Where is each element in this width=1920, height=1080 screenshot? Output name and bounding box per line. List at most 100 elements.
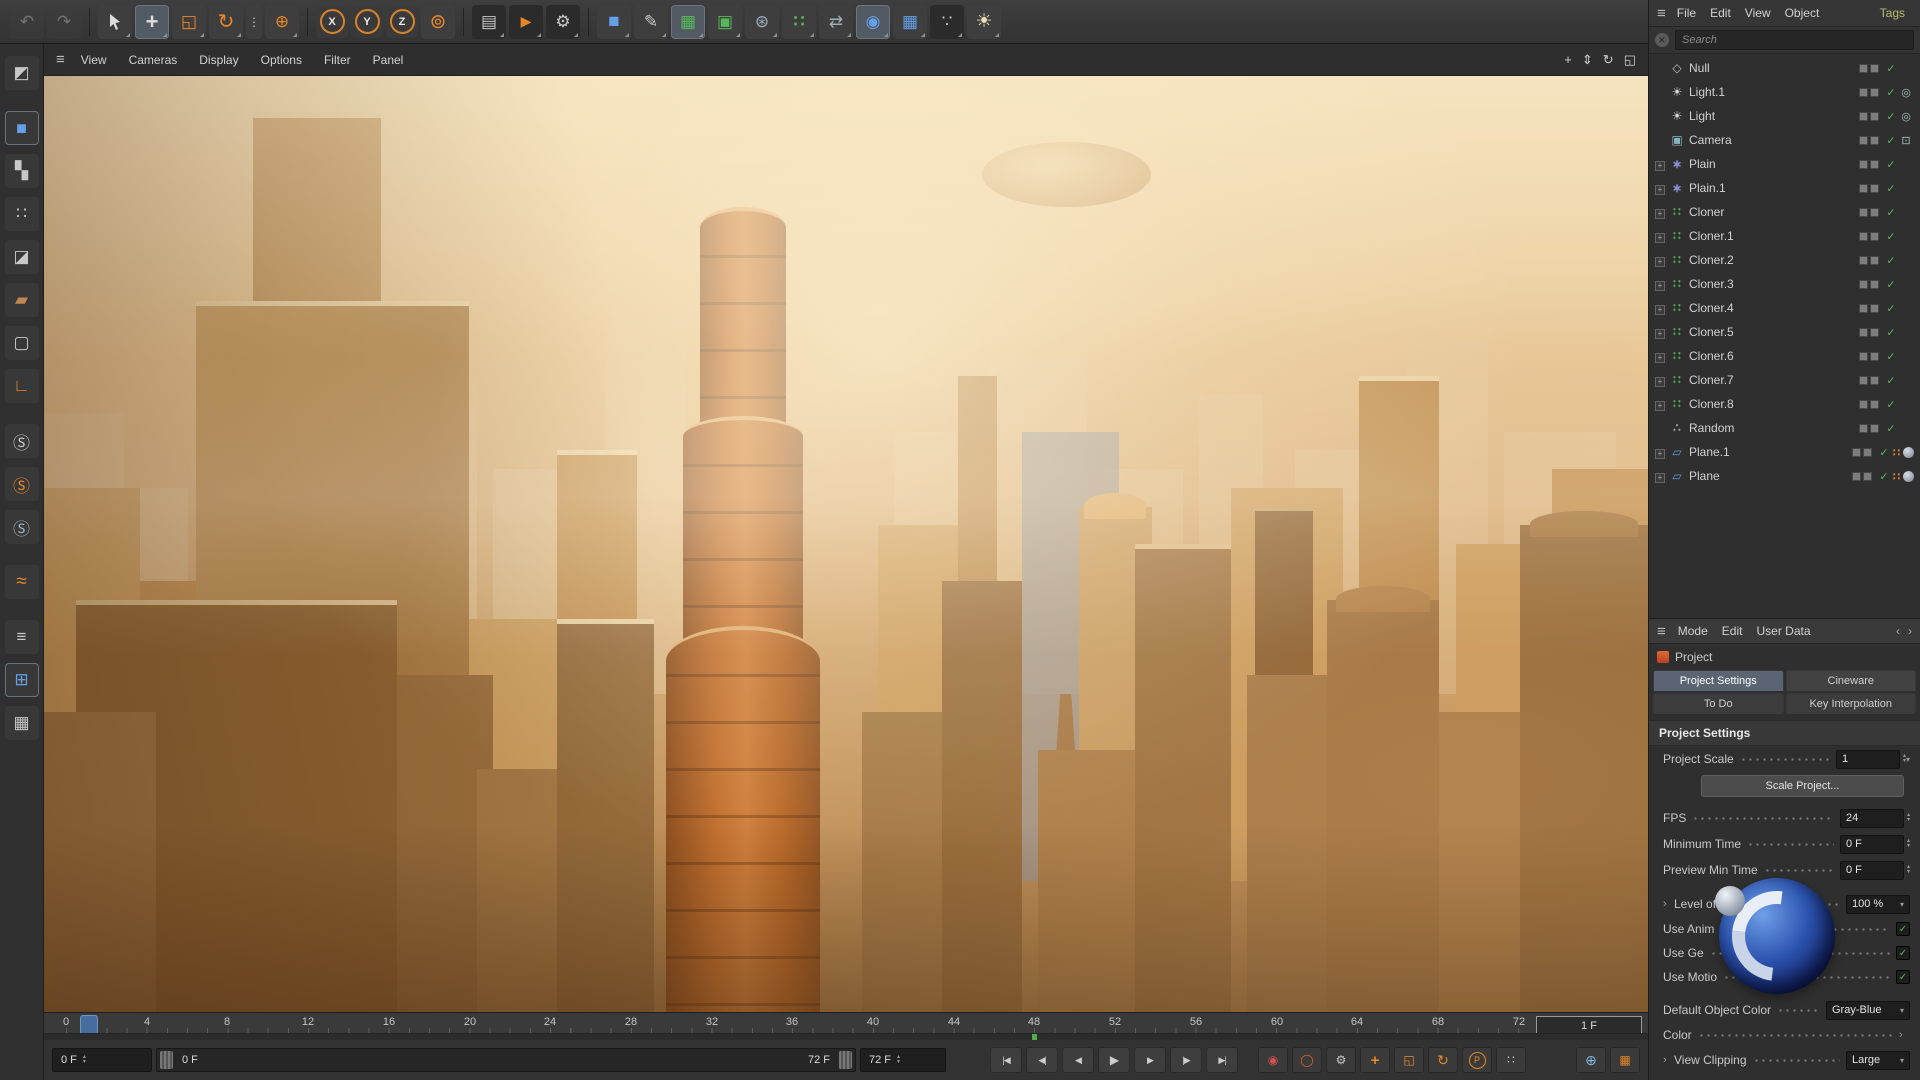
position-record-toggle[interactable]: +: [1360, 1047, 1390, 1073]
dropdown-icon[interactable]: [1900, 900, 1904, 909]
object-row-cloner[interactable]: ∷Cloner ✓: [1649, 200, 1920, 224]
object-row-cloner5[interactable]: ∷Cloner.5 ✓: [1649, 320, 1920, 344]
enabled-check-icon[interactable]: ✓: [1884, 62, 1898, 75]
material-tag-icon[interactable]: [1903, 471, 1914, 482]
prev-frame-button[interactable]: ◀: [1062, 1047, 1094, 1073]
light-object-button[interactable]: ☀: [967, 5, 1001, 39]
menu-cameras[interactable]: Cameras: [119, 49, 188, 71]
move-tool-button[interactable]: +: [135, 5, 169, 39]
clear-search-icon[interactable]: [1655, 33, 1669, 47]
enabled-check-icon[interactable]: ✓: [1884, 254, 1898, 267]
viewport-menu-icon[interactable]: [56, 51, 65, 68]
redo-button[interactable]: ↷: [47, 5, 81, 39]
recent-tools-button[interactable]: ⋮: [246, 5, 262, 39]
use-motion-checkbox[interactable]: [1896, 970, 1910, 984]
fps-field[interactable]: 24: [1840, 809, 1904, 828]
object-row-plane[interactable]: ▱Plane ✓ ∷: [1649, 464, 1920, 488]
visibility-dots[interactable]: [1859, 304, 1879, 313]
enabled-check-icon[interactable]: ✓: [1877, 446, 1891, 459]
visibility-dots[interactable]: [1859, 424, 1879, 433]
visibility-dots[interactable]: [1859, 256, 1879, 265]
visibility-dots[interactable]: [1859, 280, 1879, 289]
visibility-dots[interactable]: [1859, 232, 1879, 241]
polygon-mode-button[interactable]: ▰: [5, 283, 39, 317]
enabled-check-icon[interactable]: ✓: [1884, 134, 1898, 147]
deformer-button[interactable]: ≈: [5, 565, 39, 599]
expand-icon[interactable]: [1655, 373, 1668, 387]
solo-off-button[interactable]: Ⓢ: [5, 424, 39, 458]
mograph-cloner-button[interactable]: ∷: [782, 5, 816, 39]
point-mode-button[interactable]: ∷: [5, 197, 39, 231]
range-left-handle[interactable]: [160, 1051, 173, 1069]
tab-cineware[interactable]: Cineware: [1786, 670, 1917, 691]
object-row-random[interactable]: ∴Random ✓: [1649, 416, 1920, 440]
extrude-generator-button[interactable]: ▣: [708, 5, 742, 39]
enabled-check-icon[interactable]: ✓: [1884, 422, 1898, 435]
object-row-light1[interactable]: ☀Light.1 ✓◎: [1649, 80, 1920, 104]
pan-view-icon[interactable]: +: [1564, 52, 1572, 68]
preview-range-slider[interactable]: 0 F 72 F: [156, 1048, 856, 1072]
enabled-check-icon[interactable]: ✓: [1884, 398, 1898, 411]
visibility-dots[interactable]: [1859, 88, 1879, 97]
object-row-cloner4[interactable]: ∷Cloner.4 ✓: [1649, 296, 1920, 320]
enabled-check-icon[interactable]: ✓: [1884, 302, 1898, 315]
render-picture-viewer-button[interactable]: ▶: [509, 5, 543, 39]
range-right-handle[interactable]: [839, 1051, 852, 1069]
enabled-check-icon[interactable]: ✓: [1877, 470, 1891, 483]
camera-target-icon[interactable]: ⊡: [1898, 134, 1914, 147]
object-row-null[interactable]: ◇Null ✓: [1649, 56, 1920, 80]
visibility-dots[interactable]: [1859, 352, 1879, 361]
visibility-dots[interactable]: [1859, 400, 1879, 409]
goto-start-button[interactable]: |◀: [990, 1047, 1022, 1073]
subdivision-surface-button[interactable]: ▦: [671, 5, 705, 39]
lock-y-axis-button[interactable]: Y: [351, 6, 383, 38]
unit-dropdown-icon[interactable]: [1906, 755, 1910, 764]
lock-z-axis-button[interactable]: Z: [386, 6, 418, 38]
expand-icon[interactable]: [1655, 277, 1668, 291]
edge-mode-button[interactable]: ◪: [5, 240, 39, 274]
expand-icon[interactable]: [1655, 445, 1668, 459]
dolly-view-icon[interactable]: ⇕: [1582, 52, 1593, 68]
grid-quantize-button[interactable]: ▦: [5, 706, 39, 740]
enabled-check-icon[interactable]: ✓: [1884, 110, 1898, 123]
user-data-menu[interactable]: User Data: [1750, 622, 1816, 640]
object-row-cloner6[interactable]: ∷Cloner.6 ✓: [1649, 344, 1920, 368]
object-row-plain1[interactable]: ∗Plain.1 ✓: [1649, 176, 1920, 200]
expander-icon[interactable]: [1663, 1054, 1674, 1066]
use-animation-checkbox[interactable]: [1896, 922, 1910, 936]
menu-filter[interactable]: Filter: [314, 49, 361, 71]
texture-mode-button[interactable]: ▚: [5, 154, 39, 188]
menu-view[interactable]: View: [71, 49, 117, 71]
target-tag-icon[interactable]: ◎: [1898, 86, 1914, 99]
menu-options[interactable]: Options: [251, 49, 312, 71]
enabled-check-icon[interactable]: ✓: [1884, 278, 1898, 291]
expand-icon[interactable]: [1655, 181, 1668, 195]
record-keyframe-button[interactable]: ◉: [1258, 1047, 1288, 1073]
playhead[interactable]: [80, 1015, 98, 1035]
expand-icon[interactable]: [1655, 301, 1668, 315]
model-mode-button[interactable]: ■: [5, 111, 39, 145]
enabled-check-icon[interactable]: ✓: [1884, 86, 1898, 99]
enabled-check-icon[interactable]: ✓: [1884, 350, 1898, 363]
visibility-dots[interactable]: [1859, 376, 1879, 385]
enabled-check-icon[interactable]: ✓: [1884, 326, 1898, 339]
undo-button[interactable]: ↶: [10, 5, 44, 39]
expand-icon[interactable]: [1655, 469, 1668, 483]
layers-button[interactable]: ≡: [5, 620, 39, 654]
render-view-button[interactable]: ▤: [472, 5, 506, 39]
render-settings-button[interactable]: ⚙: [546, 5, 580, 39]
visibility-dots[interactable]: [1859, 64, 1879, 73]
target-tag-icon[interactable]: ◎: [1898, 110, 1914, 123]
visibility-dots[interactable]: [1859, 328, 1879, 337]
minimum-time-field[interactable]: 0 F: [1840, 835, 1904, 854]
expand-icon[interactable]: [1655, 253, 1668, 267]
volume-builder-button[interactable]: ◉: [856, 5, 890, 39]
enabled-check-icon[interactable]: ✓: [1884, 182, 1898, 195]
array-generator-button[interactable]: ▦: [893, 5, 927, 39]
visibility-dots[interactable]: [1859, 160, 1879, 169]
visibility-dots[interactable]: [1859, 112, 1879, 121]
coordinate-system-button[interactable]: ⊚: [421, 5, 455, 39]
keyframe-selection-button[interactable]: ⚙: [1326, 1047, 1356, 1073]
tab-key-interpolation[interactable]: Key Interpolation: [1786, 693, 1917, 714]
expand-icon[interactable]: [1655, 397, 1668, 411]
